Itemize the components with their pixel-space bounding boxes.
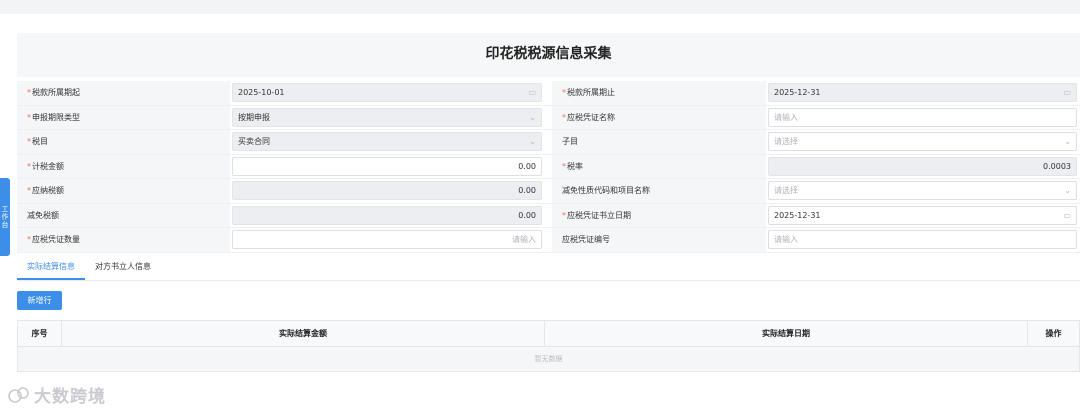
form-row: * 计税金额 0.00 * 税率 0.0003 [17, 154, 1080, 179]
field-input[interactable]: 请选择 ⌄ [768, 181, 1077, 201]
field-value: 2025-12-31 [774, 88, 821, 98]
column-header-date: 实际结算日期 [545, 320, 1028, 346]
field-value: 0.00 [518, 161, 536, 171]
column-header-actions: 操作 [1045, 328, 1062, 338]
top-bar [0, 0, 1080, 14]
field-placeholder: 请输入 [774, 235, 798, 245]
form-row: * 申报期限类型 按期申报 ⌄ * 应税凭证名称 请输入 [17, 105, 1080, 130]
field-input: 买卖合同 ⌄ [232, 132, 542, 152]
field-label: * 应税凭证名称 [552, 105, 766, 129]
tax-source-form: * 税款所属期起 2025-10-01 ▭ * 税款所属期止 2025-12-31 ▭ * 申报期… [17, 81, 1080, 253]
required-mark: * [562, 112, 566, 122]
field-placeholder: 请输入 [512, 235, 536, 245]
field-label-text: 税款所属期起 [32, 88, 80, 98]
required-mark: * [27, 186, 31, 196]
field-label: * 税款所属期止 [552, 81, 766, 105]
empty-state: 暂无数据 [18, 345, 1079, 371]
column-header-amount: 实际结算金额 [62, 320, 545, 346]
field-label: * 应纳税额 [17, 179, 230, 203]
chevron-down-icon[interactable]: ⌄ [1064, 137, 1071, 146]
field-label-text: 减免性质代码和项目名称 [562, 186, 650, 196]
field-label: * 应税凭证书立日期 [552, 203, 766, 227]
watermark: 大数跨境 [8, 382, 106, 407]
watermark-text: 大数跨境 [34, 387, 106, 407]
field-label-text: 应纳税额 [32, 186, 64, 196]
field-input[interactable]: 请输入 [768, 107, 1077, 127]
field-input[interactable]: 2025-12-31 ▭ [768, 205, 1077, 225]
field-input: 0.00 [232, 205, 542, 225]
field-placeholder: 请选择 [774, 137, 798, 147]
side-float-tab[interactable]: 工作台 [0, 178, 10, 256]
calendar-icon[interactable]: ▭ [1063, 211, 1071, 220]
form-row: * 应税凭证数量 请输入 应税凭证编号 请输入 [17, 228, 1080, 253]
field-input[interactable]: 请输入 [232, 230, 542, 250]
field-placeholder: 请选择 [774, 186, 798, 196]
required-mark: * [562, 210, 566, 220]
field-label-text: 应税凭证编号 [562, 235, 610, 245]
settlement-table: 序号 实际结算金额 实际结算日期 操作 暂无数据 [17, 319, 1080, 372]
field-label: * 税款所属期起 [17, 81, 230, 105]
field-input: 2025-10-01 ▭ [232, 83, 542, 103]
watermark-logo-icon [8, 386, 29, 403]
field-label-text: 税率 [567, 161, 583, 171]
field-label-text: 应税凭证名称 [567, 112, 615, 122]
form-row: 减免税额 0.00 * 应税凭证书立日期 2025-12-31 ▭ [17, 203, 1080, 228]
field-label: 减免性质代码和项目名称 [552, 179, 766, 203]
tab-bar: 实际结算信息 对方书立人信息 [17, 253, 1080, 281]
field-input: 0.00 [232, 181, 542, 201]
column-header-index: 序号 [18, 320, 62, 346]
field-label-text: 减免税额 [27, 210, 59, 220]
tab-settlement-info[interactable]: 实际结算信息 [17, 261, 85, 280]
calendar-icon[interactable]: ▭ [528, 88, 536, 97]
field-label: * 税目 [17, 130, 230, 154]
field-label: * 申报期限类型 [17, 105, 230, 129]
field-label: 子目 [552, 130, 766, 154]
field-label-text: 子目 [562, 137, 578, 147]
form-row: * 应纳税额 0.00 减免性质代码和项目名称 请选择 ⌄ [17, 179, 1080, 204]
field-value: 0.0003 [1043, 161, 1071, 171]
field-label-text: 应税凭证书立日期 [567, 210, 631, 220]
field-label-text: 税款所属期止 [567, 88, 615, 98]
field-input: 2025-12-31 ▭ [768, 83, 1077, 103]
required-mark: * [27, 235, 31, 245]
field-input[interactable]: 请输入 [768, 230, 1077, 250]
required-mark: * [27, 137, 31, 147]
field-label: 应税凭证编号 [552, 228, 766, 252]
field-label: * 计税金额 [17, 154, 230, 178]
field-input: 0.0003 [768, 156, 1077, 176]
required-mark: * [562, 88, 566, 98]
field-label-text: 计税金额 [32, 161, 64, 171]
field-value: 0.00 [518, 186, 536, 196]
field-placeholder: 请输入 [774, 112, 798, 122]
page-title: 印花税税源信息采集 [17, 33, 1080, 77]
calendar-icon[interactable]: ▭ [1063, 88, 1071, 97]
field-label: 减免税额 [17, 203, 230, 227]
chevron-down-icon[interactable]: ⌄ [529, 137, 536, 146]
field-value: 买卖合同 [238, 137, 270, 147]
field-value: 2025-12-31 [774, 210, 821, 220]
field-value: 2025-10-01 [238, 88, 285, 98]
tab-counterparty-info[interactable]: 对方书立人信息 [85, 261, 161, 280]
field-input[interactable]: 0.00 [232, 156, 542, 176]
required-mark: * [562, 161, 566, 171]
field-value: 0.00 [518, 210, 536, 220]
chevron-down-icon[interactable]: ⌄ [529, 113, 536, 122]
field-input: 按期申报 ⌄ [232, 107, 542, 127]
field-label-text: 应税凭证数量 [32, 235, 80, 245]
required-mark: * [27, 161, 31, 171]
field-label: * 税率 [552, 154, 766, 178]
main-panel: 印花税税源信息采集 * 税款所属期起 2025-10-01 ▭ * 税款所属期止 2025-… [17, 33, 1080, 372]
form-row: * 税款所属期起 2025-10-01 ▭ * 税款所属期止 2025-12-31 ▭ [17, 81, 1080, 106]
add-row-button[interactable]: 新增行 [17, 290, 62, 310]
table-header: 序号 实际结算金额 实际结算日期 操作 [18, 320, 1079, 346]
field-value: 按期申报 [238, 112, 270, 122]
required-mark: * [27, 88, 31, 98]
field-label: * 应税凭证数量 [17, 228, 230, 252]
field-label-text: 税目 [32, 137, 48, 147]
field-input[interactable]: 请选择 ⌄ [768, 132, 1077, 152]
field-label-text: 申报期限类型 [32, 112, 80, 122]
required-mark: * [27, 112, 31, 122]
chevron-down-icon[interactable]: ⌄ [1064, 186, 1071, 195]
form-row: * 税目 买卖合同 ⌄ 子目 请选择 ⌄ [17, 130, 1080, 155]
